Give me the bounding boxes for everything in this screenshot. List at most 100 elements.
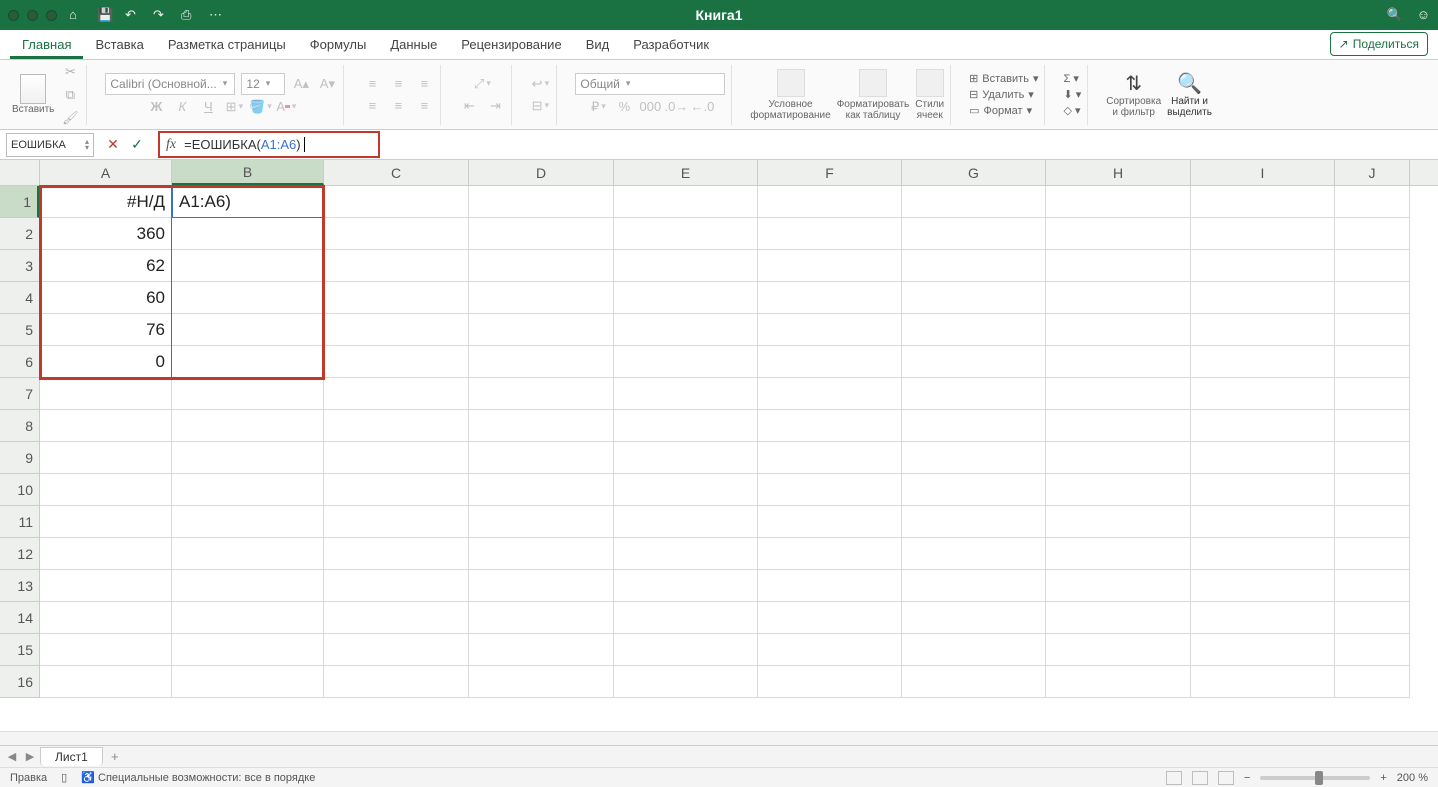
cell-J11[interactable]: [1335, 506, 1410, 538]
cell-G2[interactable]: [902, 218, 1046, 250]
cell-C6[interactable]: [324, 346, 469, 378]
cell-E16[interactable]: [614, 666, 758, 698]
cell-J1[interactable]: [1335, 186, 1410, 218]
cell-I14[interactable]: [1191, 602, 1335, 634]
cell-D16[interactable]: [469, 666, 614, 698]
format-painter-icon[interactable]: 🖌: [60, 108, 80, 128]
cell-E12[interactable]: [614, 538, 758, 570]
cell-F12[interactable]: [758, 538, 902, 570]
cell-F7[interactable]: [758, 378, 902, 410]
cell-A3[interactable]: 62: [40, 250, 172, 282]
col-header-I[interactable]: I: [1191, 160, 1335, 185]
italic-button[interactable]: К: [172, 97, 192, 117]
more-icon[interactable]: ⋯: [209, 7, 225, 23]
cell-E9[interactable]: [614, 442, 758, 474]
row-header-5[interactable]: 5: [0, 314, 39, 346]
cell-J8[interactable]: [1335, 410, 1410, 442]
cell-E1[interactable]: [614, 186, 758, 218]
view-pagebreak-icon[interactable]: [1218, 771, 1234, 785]
indent-icon[interactable]: ⇥: [485, 96, 505, 116]
cell-D7[interactable]: [469, 378, 614, 410]
cell-J12[interactable]: [1335, 538, 1410, 570]
cell-A6[interactable]: 0: [40, 346, 172, 378]
tab-view[interactable]: Вид: [574, 31, 622, 59]
sheet-tab-1[interactable]: Лист1: [40, 747, 103, 766]
cell-D9[interactable]: [469, 442, 614, 474]
tab-review[interactable]: Рецензирование: [449, 31, 573, 59]
cell-H9[interactable]: [1046, 442, 1191, 474]
cell-H5[interactable]: [1046, 314, 1191, 346]
dec-decimal-icon[interactable]: ←.0: [692, 97, 712, 117]
zoom-slider[interactable]: [1260, 776, 1370, 780]
cell-styles-button[interactable]: Стили ячеек: [915, 69, 944, 121]
cell-I7[interactable]: [1191, 378, 1335, 410]
fx-icon[interactable]: fx: [166, 137, 176, 153]
accept-formula-button[interactable]: ✓: [128, 136, 146, 154]
cell-G8[interactable]: [902, 410, 1046, 442]
row-header-8[interactable]: 8: [0, 410, 39, 442]
row-header-14[interactable]: 14: [0, 602, 39, 634]
row-header-6[interactable]: 6: [0, 346, 39, 378]
cell-E14[interactable]: [614, 602, 758, 634]
cell-J6[interactable]: [1335, 346, 1410, 378]
align-center-icon[interactable]: ≡: [388, 96, 408, 116]
cell-D15[interactable]: [469, 634, 614, 666]
cell-J5[interactable]: [1335, 314, 1410, 346]
cell-J14[interactable]: [1335, 602, 1410, 634]
cell-J7[interactable]: [1335, 378, 1410, 410]
format-cells-button[interactable]: ▭ Формат ▾: [969, 104, 1032, 117]
cell-I9[interactable]: [1191, 442, 1335, 474]
conditional-formatting-button[interactable]: Условное форматирование: [750, 69, 830, 121]
row-header-13[interactable]: 13: [0, 570, 39, 602]
cell-C10[interactable]: [324, 474, 469, 506]
cell-B14[interactable]: [172, 602, 324, 634]
window-controls[interactable]: [8, 10, 57, 21]
cell-F10[interactable]: [758, 474, 902, 506]
bold-button[interactable]: Ж: [146, 97, 166, 117]
cell-C2[interactable]: [324, 218, 469, 250]
tab-insert[interactable]: Вставка: [83, 31, 155, 59]
font-size-select[interactable]: 12: [241, 73, 285, 95]
cell-B16[interactable]: [172, 666, 324, 698]
row-headers[interactable]: 12345678910111213141516: [0, 186, 40, 698]
cell-C12[interactable]: [324, 538, 469, 570]
cell-C11[interactable]: [324, 506, 469, 538]
cell-B7[interactable]: [172, 378, 324, 410]
cell-E8[interactable]: [614, 410, 758, 442]
cell-E6[interactable]: [614, 346, 758, 378]
cell-I16[interactable]: [1191, 666, 1335, 698]
align-top-icon[interactable]: ≡: [362, 74, 382, 94]
underline-button[interactable]: Ч: [198, 97, 218, 117]
cell-J16[interactable]: [1335, 666, 1410, 698]
cell-G15[interactable]: [902, 634, 1046, 666]
cell-C5[interactable]: [324, 314, 469, 346]
tab-home[interactable]: Главная: [10, 31, 83, 59]
cell-J9[interactable]: [1335, 442, 1410, 474]
cell-F9[interactable]: [758, 442, 902, 474]
cell-C9[interactable]: [324, 442, 469, 474]
col-header-A[interactable]: A: [40, 160, 172, 185]
cell-C16[interactable]: [324, 666, 469, 698]
cell-D6[interactable]: [469, 346, 614, 378]
thousands-icon[interactable]: 000: [640, 97, 660, 117]
row-header-10[interactable]: 10: [0, 474, 39, 506]
view-pagelayout-icon[interactable]: [1192, 771, 1208, 785]
decrease-font-icon[interactable]: A▾: [317, 74, 337, 94]
cell-C3[interactable]: [324, 250, 469, 282]
align-bot-icon[interactable]: ≡: [414, 74, 434, 94]
col-header-F[interactable]: F: [758, 160, 902, 185]
fill-button[interactable]: ⬇ ▾: [1063, 88, 1081, 101]
cell-E13[interactable]: [614, 570, 758, 602]
cell-J10[interactable]: [1335, 474, 1410, 506]
increase-font-icon[interactable]: A▴: [291, 74, 311, 94]
cell-H1[interactable]: [1046, 186, 1191, 218]
cell-J4[interactable]: [1335, 282, 1410, 314]
cell-I15[interactable]: [1191, 634, 1335, 666]
cell-C13[interactable]: [324, 570, 469, 602]
cell-A5[interactable]: 76: [40, 314, 172, 346]
orientation-icon[interactable]: ⤢: [472, 74, 492, 94]
cell-A12[interactable]: [40, 538, 172, 570]
format-as-table-button[interactable]: Форматировать как таблицу: [837, 69, 910, 121]
cell-A4[interactable]: 60: [40, 282, 172, 314]
cell-F1[interactable]: [758, 186, 902, 218]
